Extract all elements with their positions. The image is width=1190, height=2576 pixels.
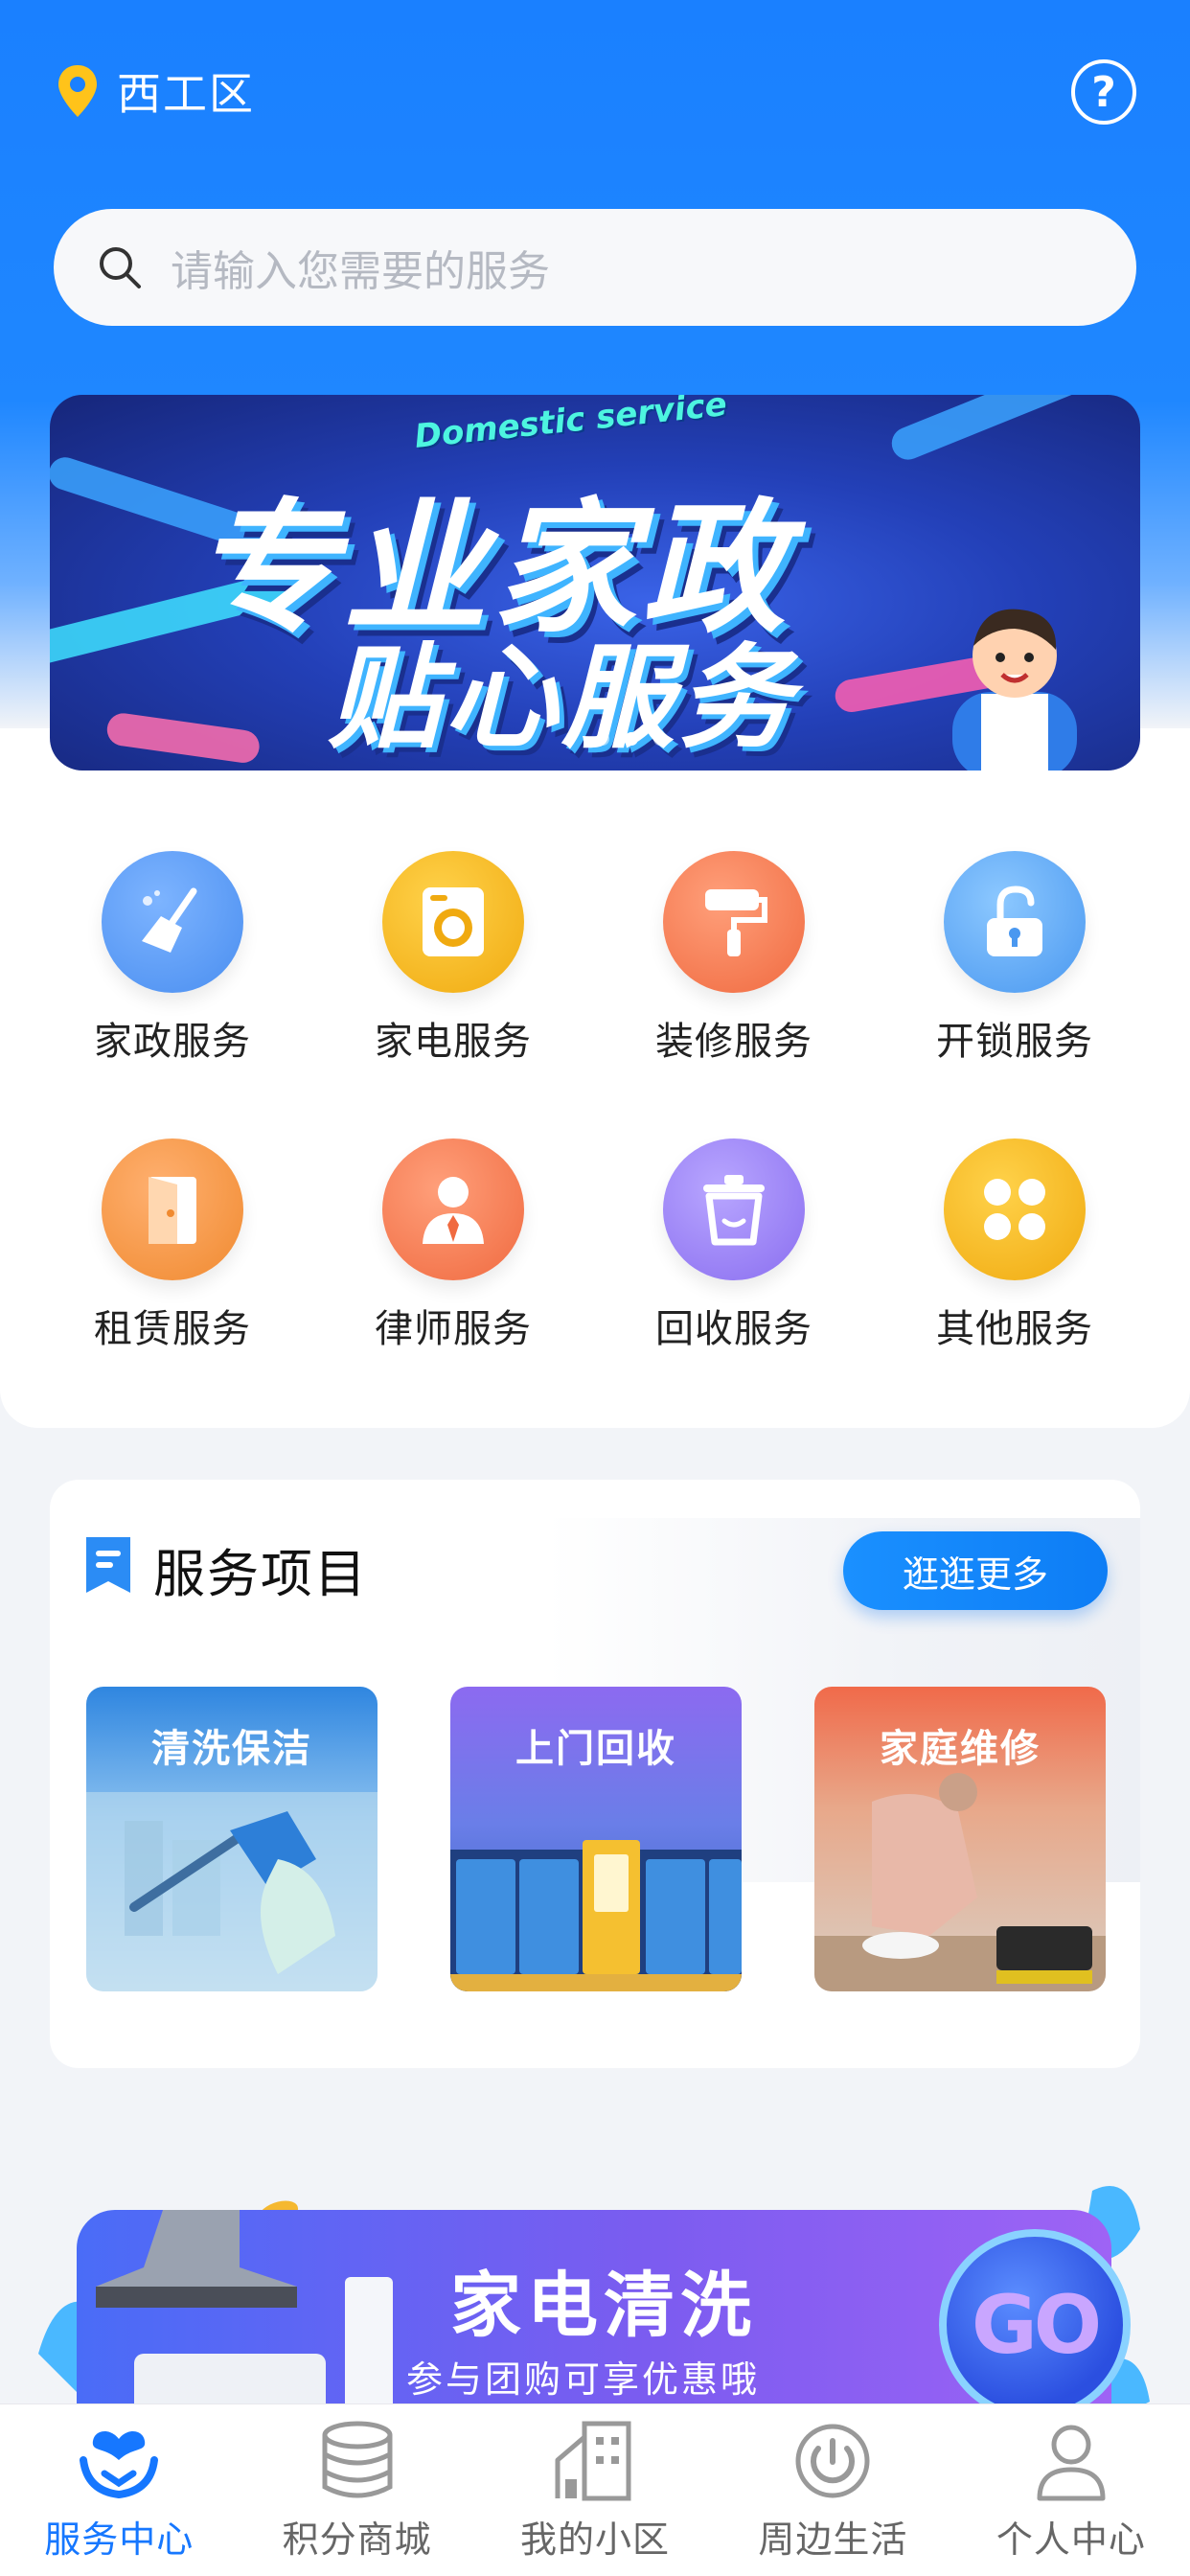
- power-circle-icon: [795, 2424, 870, 2498]
- help-icon[interactable]: ?: [1071, 59, 1136, 125]
- service-item-renovation[interactable]: 装修服务: [629, 851, 839, 1066]
- service-item-recycling[interactable]: 回收服务: [629, 1138, 839, 1353]
- tab-label: 个人中心: [995, 2518, 1146, 2561]
- four-leaf-icon: [944, 1138, 1086, 1280]
- tab-label: 服务中心: [44, 2518, 195, 2561]
- service-label: 家政服务: [94, 1020, 251, 1064]
- section-title: 服务项目: [153, 1544, 368, 1604]
- service-item-other[interactable]: 其他服务: [909, 1138, 1120, 1353]
- lawyer-icon: [382, 1138, 524, 1280]
- card-label: 家庭维修: [880, 1727, 1041, 1771]
- trash-bin-icon: [663, 1138, 805, 1280]
- service-projects-section: 服务项目 逛逛更多 清洗保洁 上门回收 家庭维修: [50, 1480, 1140, 2068]
- carousel-dot[interactable]: [596, 732, 609, 746]
- tab-label: 周边生活: [758, 2518, 908, 2561]
- door-icon: [102, 1138, 243, 1280]
- search-placeholder: 请输入您需要的服务: [171, 247, 550, 296]
- carousel-dot[interactable]: [653, 732, 667, 746]
- card-label: 清洗保洁: [151, 1727, 312, 1771]
- service-label: 开锁服务: [936, 1020, 1093, 1064]
- building-icon: [555, 2421, 631, 2501]
- tab-service-center[interactable]: 服务中心: [0, 2404, 238, 2576]
- tab-label: 积分商城: [282, 2518, 432, 2561]
- card-label: 上门回收: [515, 1727, 676, 1771]
- browse-more-button[interactable]: 逛逛更多: [843, 1531, 1108, 1610]
- promo-banner[interactable]: Domestic service 专业家政 贴心服务: [50, 395, 1140, 770]
- tab-label: 我的小区: [520, 2518, 671, 2561]
- service-item-rental[interactable]: 租赁服务: [67, 1138, 278, 1353]
- service-label: 装修服务: [655, 1020, 812, 1064]
- search-icon: [100, 247, 141, 288]
- service-item-appliance[interactable]: 家电服务: [348, 851, 559, 1066]
- banner-sub-text: 贴心服务: [328, 632, 796, 764]
- service-item-unlock[interactable]: 开锁服务: [909, 851, 1120, 1066]
- promo-subtitle: 参与团购可享优惠哦: [406, 2358, 761, 2401]
- carousel-dot-active[interactable]: [625, 732, 638, 746]
- bottom-tab-bar: 服务中心 积分商城 我的小区 周边生活 个人中心: [0, 2404, 1190, 2576]
- service-item-lawyer[interactable]: 律师服务: [348, 1138, 559, 1353]
- service-item-housekeeping[interactable]: 家政服务: [67, 851, 278, 1066]
- promo-title: 家电清洗: [450, 2265, 757, 2347]
- banner-decoration: [886, 395, 1140, 465]
- tab-personal-center[interactable]: 个人中心: [952, 2404, 1190, 2576]
- project-card-recycling[interactable]: 上门回收: [450, 1687, 742, 1991]
- person-icon: [1037, 2425, 1106, 2501]
- header: 西工区 ?: [0, 38, 1190, 144]
- tab-nearby-life[interactable]: 周边生活: [714, 2404, 951, 2576]
- project-card-cleaning[interactable]: 清洗保洁: [86, 1687, 378, 1991]
- appliances-illustration: [96, 2210, 393, 2421]
- washing-machine-icon: [382, 851, 524, 993]
- carousel-dots: [596, 732, 667, 746]
- paint-roller-icon: [663, 851, 805, 993]
- service-label: 家电服务: [375, 1020, 532, 1064]
- location-pin-icon: [58, 65, 97, 117]
- broom-icon: [102, 851, 243, 993]
- heart-hands-icon: [80, 2430, 159, 2499]
- appliance-cleaning-promo[interactable]: 家电清洗 参与团购可享优惠哦 GO: [38, 2172, 1150, 2421]
- location-selector[interactable]: 西工区: [56, 59, 255, 123]
- coins-stack-icon: [322, 2421, 393, 2498]
- project-card-repair[interactable]: 家庭维修: [814, 1687, 1106, 1991]
- service-label: 回收服务: [655, 1307, 812, 1351]
- bookmark-icon: [86, 1537, 130, 1593]
- location-text: 西工区: [117, 68, 255, 120]
- search-input[interactable]: 请输入您需要的服务: [54, 209, 1136, 326]
- cleaner-illustration: [952, 609, 1077, 770]
- service-label: 律师服务: [375, 1307, 532, 1351]
- unlock-icon: [944, 851, 1086, 993]
- service-label: 其他服务: [936, 1307, 1093, 1351]
- tab-points-mall[interactable]: 积分商城: [238, 2404, 475, 2576]
- service-label: 租赁服务: [94, 1307, 251, 1351]
- go-button[interactable]: GO: [939, 2229, 1131, 2421]
- banner-decoration: [104, 711, 262, 766]
- tab-my-community[interactable]: 我的小区: [476, 2404, 714, 2576]
- banner-english-text: Domestic service: [412, 395, 729, 456]
